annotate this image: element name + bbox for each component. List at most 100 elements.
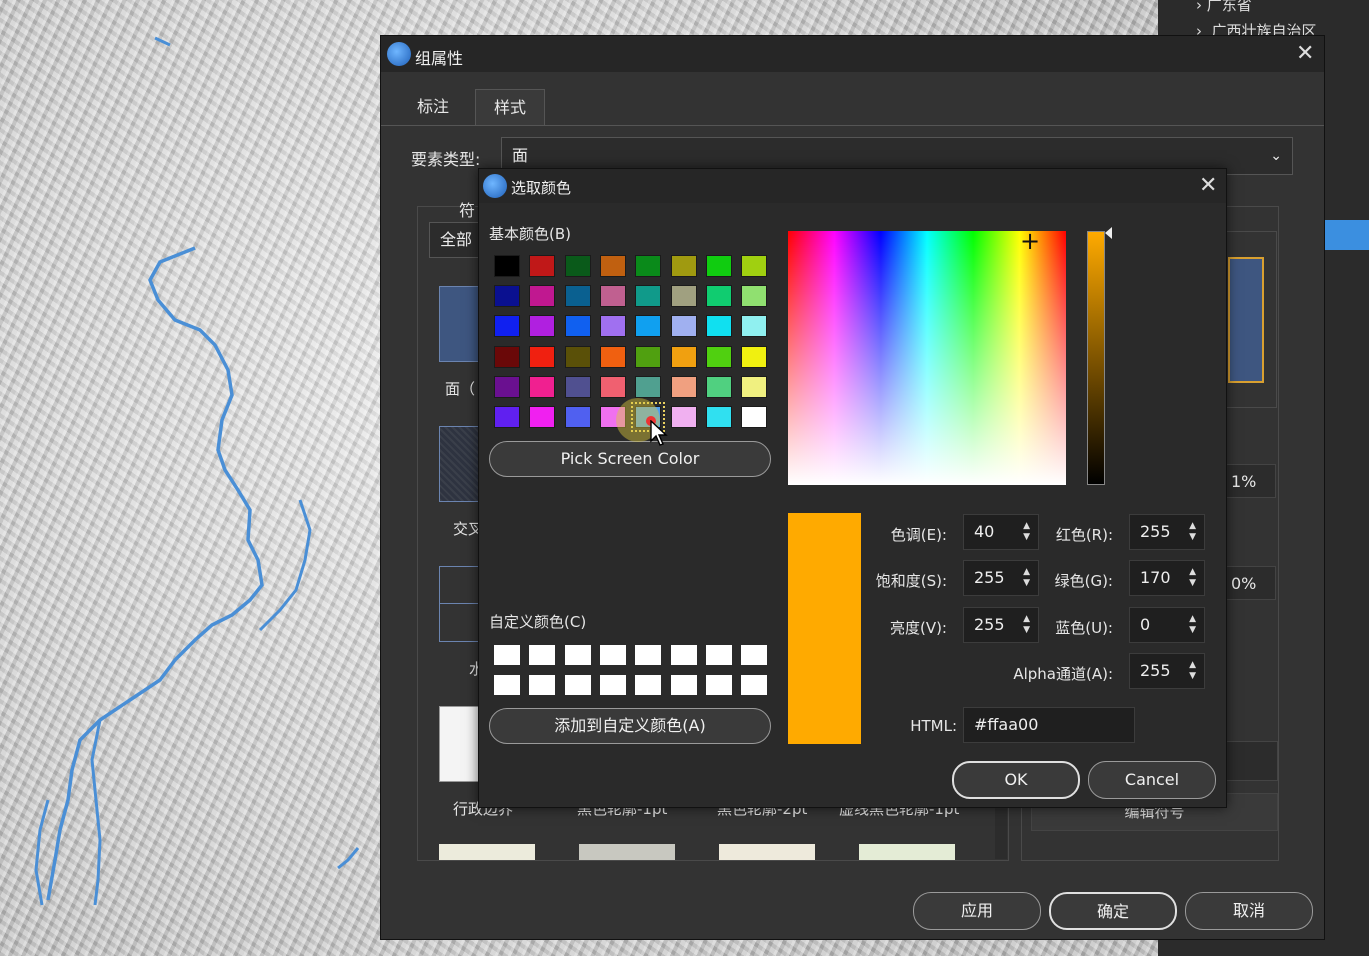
basic-color-swatch[interactable] (599, 315, 626, 338)
alpha-spinbox[interactable]: 255 ▲ ▼ (1129, 653, 1205, 689)
basic-color-swatch[interactable] (529, 255, 556, 277)
red-spinbox[interactable]: 255 ▲ ▼ (1129, 514, 1205, 550)
symbol-preview-swatch[interactable] (719, 844, 815, 860)
ok-button[interactable]: OK (952, 761, 1080, 799)
basic-color-swatch[interactable] (705, 255, 732, 277)
basic-color-swatch[interactable] (635, 345, 662, 368)
custom-color-swatch[interactable] (494, 645, 520, 665)
basic-color-swatch[interactable] (564, 345, 591, 368)
cancel-button[interactable]: Cancel (1088, 761, 1216, 799)
basic-color-swatch[interactable] (741, 315, 768, 338)
symbol-preview-outline[interactable] (439, 566, 481, 642)
spin-arrows-icon[interactable]: ▲ ▼ (1189, 660, 1196, 682)
basic-color-swatch[interactable] (635, 315, 662, 338)
basic-color-swatch[interactable] (670, 375, 697, 398)
basic-color-swatch[interactable] (635, 285, 662, 308)
basic-color-swatch[interactable] (494, 315, 520, 338)
basic-color-swatch[interactable] (670, 406, 697, 428)
symbol-preview-swatch[interactable] (859, 844, 955, 860)
tree-item-guangdong[interactable]: › 广东省 (1196, 0, 1252, 15)
custom-color-swatch[interactable] (529, 675, 556, 695)
basic-color-swatch[interactable] (741, 345, 768, 368)
add-custom-color-button[interactable]: 添加到自定义颜色(A) (489, 708, 771, 744)
basic-color-swatch[interactable] (494, 406, 520, 428)
basic-color-swatch[interactable] (494, 345, 520, 368)
custom-color-swatch[interactable] (635, 675, 662, 695)
custom-color-swatch[interactable] (670, 645, 697, 665)
basic-color-swatch[interactable] (494, 285, 520, 308)
symbol-preview-white[interactable] (439, 706, 481, 782)
basic-color-swatch[interactable] (564, 406, 591, 428)
basic-color-swatch[interactable] (529, 375, 556, 398)
basic-color-swatch[interactable] (564, 375, 591, 398)
confirm-button[interactable]: 确定 (1049, 892, 1177, 930)
tab-label[interactable]: 标注 (399, 89, 467, 125)
custom-color-swatch[interactable] (670, 675, 697, 695)
dialog-titlebar[interactable]: 选取颜色 ✕ (479, 169, 1226, 203)
basic-color-swatch[interactable] (741, 255, 768, 277)
basic-color-swatch[interactable] (670, 315, 697, 338)
opacity-field[interactable]: 1% (1226, 464, 1276, 498)
basic-color-swatch[interactable] (635, 375, 662, 398)
custom-color-swatch[interactable] (635, 645, 662, 665)
basic-color-swatch[interactable] (599, 255, 626, 277)
custom-color-swatch[interactable] (741, 675, 768, 695)
basic-color-swatch[interactable] (599, 375, 626, 398)
custom-color-swatch[interactable] (705, 675, 732, 695)
html-input[interactable]: #ffaa00 (963, 707, 1135, 743)
basic-color-swatch[interactable] (564, 255, 591, 277)
apply-button[interactable]: 应用 (913, 892, 1041, 930)
custom-color-swatch[interactable] (494, 675, 520, 695)
spin-arrows-icon[interactable]: ▲ ▼ (1189, 614, 1196, 636)
pick-screen-color-button[interactable]: Pick Screen Color (489, 441, 771, 477)
custom-color-swatch[interactable] (599, 675, 626, 695)
basic-color-swatch[interactable] (599, 345, 626, 368)
basic-color-swatch[interactable] (529, 315, 556, 338)
basic-color-swatch[interactable] (564, 285, 591, 308)
custom-color-swatch[interactable] (741, 645, 768, 665)
custom-color-swatch[interactable] (705, 645, 732, 665)
basic-color-swatch[interactable] (705, 406, 732, 428)
basic-color-swatch[interactable] (705, 375, 732, 398)
spin-arrows-icon[interactable]: ▲ ▼ (1189, 567, 1196, 589)
symbol-preview-swatch[interactable] (439, 844, 535, 860)
green-spinbox[interactable]: 170 ▲ ▼ (1129, 560, 1205, 596)
basic-color-swatch[interactable] (741, 285, 768, 308)
symbol-preview-crosshatch[interactable] (439, 426, 481, 502)
basic-color-swatch[interactable] (741, 406, 768, 428)
color-preview-fill[interactable] (1228, 257, 1264, 383)
symbol-preview-face[interactable] (439, 286, 481, 362)
custom-color-swatch[interactable] (564, 675, 591, 695)
custom-color-swatch[interactable] (599, 645, 626, 665)
tab-style[interactable]: 样式 (475, 89, 546, 126)
slider-handle-icon[interactable] (1105, 227, 1112, 239)
color-spectrum[interactable]: + (788, 229, 1066, 485)
close-icon[interactable]: ✕ (1199, 175, 1217, 197)
basic-color-swatch[interactable] (494, 375, 520, 398)
custom-color-swatch[interactable] (529, 645, 556, 665)
basic-color-swatch[interactable] (741, 375, 768, 398)
basic-color-swatch[interactable] (635, 255, 662, 277)
basic-color-swatch[interactable] (529, 406, 556, 428)
offset-field[interactable]: 0% (1226, 566, 1276, 600)
basic-color-swatch[interactable] (529, 345, 556, 368)
blue-spinbox[interactable]: 0 ▲ ▼ (1129, 607, 1205, 643)
basic-color-swatch[interactable] (670, 345, 697, 368)
basic-color-swatch[interactable] (494, 255, 520, 277)
basic-color-swatch[interactable] (705, 345, 732, 368)
symbol-preview-swatch[interactable] (579, 844, 675, 860)
basic-color-swatch[interactable] (529, 285, 556, 308)
basic-color-swatch[interactable] (705, 315, 732, 338)
value-slider[interactable] (1087, 231, 1105, 485)
basic-color-swatch[interactable] (564, 315, 591, 338)
basic-color-swatch[interactable] (599, 285, 626, 308)
basic-color-swatch[interactable] (670, 285, 697, 308)
symbol-label: 符 (459, 197, 476, 221)
custom-color-swatch[interactable] (564, 645, 591, 665)
basic-color-swatch[interactable] (670, 255, 697, 277)
cancel-button[interactable]: 取消 (1185, 892, 1313, 930)
basic-color-swatch[interactable] (705, 285, 732, 308)
spin-arrows-icon[interactable]: ▲ ▼ (1189, 521, 1196, 543)
dialog-titlebar[interactable]: 组属性 ✕ (381, 36, 1324, 72)
close-icon[interactable]: ✕ (1296, 43, 1314, 65)
